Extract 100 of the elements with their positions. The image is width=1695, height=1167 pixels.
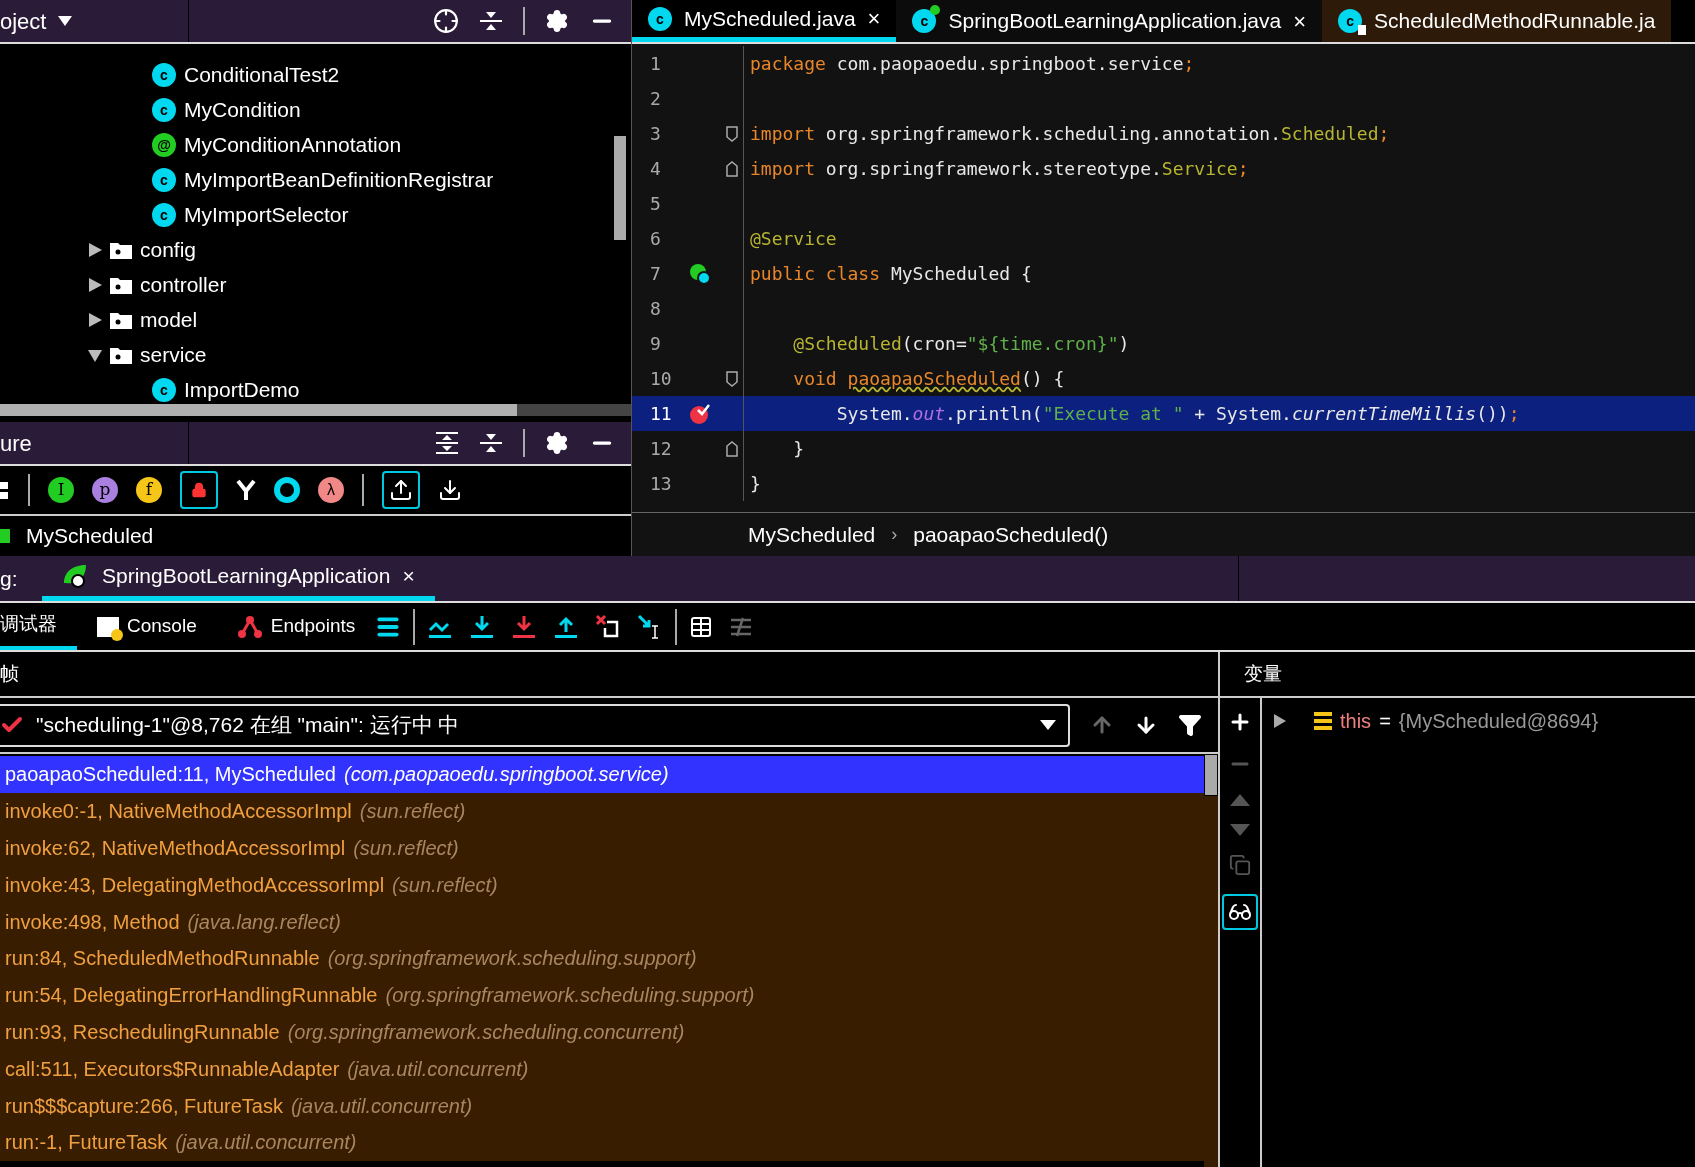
force-step-into-icon[interactable] bbox=[511, 613, 538, 640]
frame-method: invoke:43, DelegatingMethodAccessorImpl bbox=[5, 872, 385, 898]
stack-frame[interactable]: invoke0:-1, NativeMethodAccessorImpl (sun.reflect) bbox=[0, 792, 1204, 830]
lambda-icon[interactable]: λ bbox=[318, 477, 344, 503]
locate-icon[interactable] bbox=[433, 8, 459, 34]
breadcrumb-item[interactable]: MyScheduled bbox=[748, 518, 876, 551]
stack-frame[interactable]: run$$$capture:266, FutureTask (java.util.concurrent) bbox=[0, 1087, 1204, 1124]
settings-icon[interactable] bbox=[545, 431, 569, 455]
variable-name: this bbox=[1340, 709, 1372, 734]
scroll-from-source-button[interactable] bbox=[382, 471, 420, 509]
vertical-scrollbar[interactable] bbox=[1204, 754, 1218, 796]
frame-method: paoapaoScheduled:11, MyScheduled bbox=[5, 762, 336, 788]
collapse-all-icon[interactable] bbox=[479, 431, 503, 455]
tree-item[interactable]: ImportDemo bbox=[184, 373, 300, 404]
stack-frame[interactable]: call:511, Executors$RunnableAdapter (java.util.concurrent) bbox=[0, 1050, 1204, 1088]
run-tab[interactable]: SpringBootLearningApplication × bbox=[42, 556, 435, 601]
lock-toggle-button[interactable] bbox=[180, 471, 218, 509]
stack-frame[interactable]: run:93, ReschedulingRunnable (org.springframework.scheduling.concurrent) bbox=[0, 1013, 1204, 1051]
folder-icon bbox=[110, 310, 132, 329]
folder-label[interactable]: service bbox=[140, 338, 207, 371]
variables-title: 变量 bbox=[1244, 661, 1282, 686]
editor-tab[interactable]: c ScheduledMethodRunnable.ja bbox=[1322, 0, 1672, 42]
copy-icon[interactable] bbox=[1229, 854, 1251, 876]
frame-package: (org.springframework.scheduling.concurrent) bbox=[287, 1019, 685, 1045]
debug-tab[interactable]: 调试器 bbox=[0, 603, 77, 650]
tab-label: MyScheduled.java bbox=[684, 5, 856, 32]
folder-label[interactable]: controller bbox=[140, 268, 227, 301]
breakpoint-icon[interactable] bbox=[689, 402, 711, 425]
frame-method: call:511, Executors$RunnableAdapter bbox=[5, 1056, 340, 1082]
code-line: } bbox=[750, 472, 761, 496]
code-line: @Scheduled(cron="${time.cron}") bbox=[792, 332, 1130, 356]
stack-frame[interactable]: invoke:498, Method (java.lang.reflect) bbox=[0, 903, 1204, 940]
fold-start-icon[interactable] bbox=[725, 125, 738, 142]
close-icon[interactable]: × bbox=[867, 2, 881, 35]
evaluate-icon[interactable] bbox=[689, 614, 714, 639]
filter-icon[interactable] bbox=[1178, 713, 1202, 737]
collapsed-arrow-icon[interactable] bbox=[88, 277, 102, 292]
stack-frame[interactable]: run:54, DelegatingErrorHandlingRunnable (org.springframework.scheduling.support) bbox=[0, 976, 1204, 1014]
endpoints-icon bbox=[236, 614, 263, 639]
stack-frame[interactable]: invoke:62, NativeMethodAccessorImpl (sun.reflect) bbox=[0, 829, 1204, 867]
class-icon bbox=[0, 529, 10, 543]
stack-frame[interactable]: paoapaoScheduled:11, MyScheduled (com.paopaoedu.springboot.service) bbox=[0, 756, 1204, 793]
collapse-all-icon[interactable] bbox=[479, 9, 503, 33]
line-number: 7 bbox=[649, 262, 662, 286]
tree-item[interactable]: MyConditionAnnotation bbox=[184, 128, 402, 161]
equals-sign: = bbox=[1379, 709, 1391, 734]
editor-tab[interactable]: c SpringBootLearningApplication.java × bbox=[896, 0, 1323, 42]
breadcrumb-item[interactable]: paoapaoScheduled() bbox=[913, 518, 1109, 551]
expanded-arrow-icon[interactable] bbox=[88, 347, 102, 362]
tree-item[interactable]: MyImportBeanDefinitionRegistrar bbox=[184, 163, 494, 196]
settings-icon[interactable] bbox=[545, 9, 569, 33]
structure-root[interactable]: MyScheduled bbox=[26, 520, 154, 552]
filter-toggle-icon[interactable]: p bbox=[92, 477, 118, 503]
line-number: 5 bbox=[649, 192, 662, 216]
filter-toggle-icon[interactable]: I bbox=[48, 477, 74, 503]
class-icon: c bbox=[648, 6, 672, 31]
tab-label: Console bbox=[127, 614, 197, 639]
tree-item[interactable]: ConditionalTest2 bbox=[184, 58, 340, 91]
folder-label[interactable]: config bbox=[140, 233, 197, 266]
fold-start-icon[interactable] bbox=[725, 370, 738, 387]
scroll-to-source-icon[interactable] bbox=[438, 478, 462, 502]
bean-icon[interactable] bbox=[689, 262, 711, 285]
close-icon[interactable]: × bbox=[402, 560, 415, 592]
line-number: 1 bbox=[649, 52, 662, 76]
frame-method: run:84, ScheduledMethodRunnable bbox=[5, 946, 320, 972]
tree-item[interactable]: MyCondition bbox=[184, 93, 301, 126]
fold-end-icon[interactable] bbox=[725, 440, 738, 457]
code-line: import org.springframework.stereotype.Service; bbox=[750, 157, 1249, 181]
debug-tab[interactable]: Endpoints bbox=[216, 603, 376, 650]
step-into-icon[interactable] bbox=[469, 613, 496, 640]
trace-icon[interactable] bbox=[729, 616, 754, 637]
expand-all-icon[interactable] bbox=[435, 431, 459, 455]
close-icon[interactable]: × bbox=[1293, 4, 1307, 38]
watches-toggle-button[interactable] bbox=[1222, 894, 1258, 930]
line-number: 4 bbox=[649, 157, 662, 181]
collapsed-arrow-icon[interactable] bbox=[88, 242, 102, 257]
horizontal-scrollbar[interactable] bbox=[0, 404, 517, 416]
tab-label: SpringBootLearningApplication.java bbox=[948, 8, 1282, 35]
debug-tab[interactable]: Console bbox=[77, 603, 217, 650]
frames-title: 帧 bbox=[0, 661, 19, 686]
inheritance-icon[interactable] bbox=[236, 479, 256, 501]
expand-arrow-icon[interactable] bbox=[1274, 714, 1286, 728]
stack-frame[interactable]: run:-1, FutureTask (java.util.concurrent) bbox=[0, 1123, 1204, 1161]
collapsed-arrow-icon[interactable] bbox=[88, 312, 102, 327]
panel-title: ure bbox=[0, 429, 33, 458]
move-up-icon[interactable] bbox=[1230, 794, 1250, 806]
folder-icon bbox=[110, 275, 132, 294]
move-down-icon[interactable] bbox=[1230, 824, 1250, 836]
folder-label[interactable]: model bbox=[140, 303, 198, 336]
code-line: System.out.println("Execute at " + System.currentTimeMillis()); bbox=[835, 402, 1520, 426]
dropdown-icon[interactable] bbox=[58, 16, 73, 26]
stack-frame[interactable]: run:84, ScheduledMethodRunnable (org.springframework.scheduling.support) bbox=[0, 940, 1204, 977]
frame-package: (sun.reflect) bbox=[353, 836, 459, 861]
thread-dropdown[interactable]: "scheduling-1"@8,762 在组 "main": 运行中 中 bbox=[0, 703, 1070, 747]
frame-method: invoke:498, Method bbox=[5, 909, 180, 935]
vertical-scrollbar[interactable] bbox=[614, 136, 626, 240]
stack-frame[interactable]: invoke:43, DelegatingMethodAccessorImpl (sun.reflect) bbox=[0, 866, 1204, 904]
tree-item[interactable]: MyImportSelector bbox=[184, 198, 349, 231]
filter-toggle-icon[interactable]: f bbox=[136, 477, 162, 503]
fold-end-icon[interactable] bbox=[725, 160, 738, 177]
